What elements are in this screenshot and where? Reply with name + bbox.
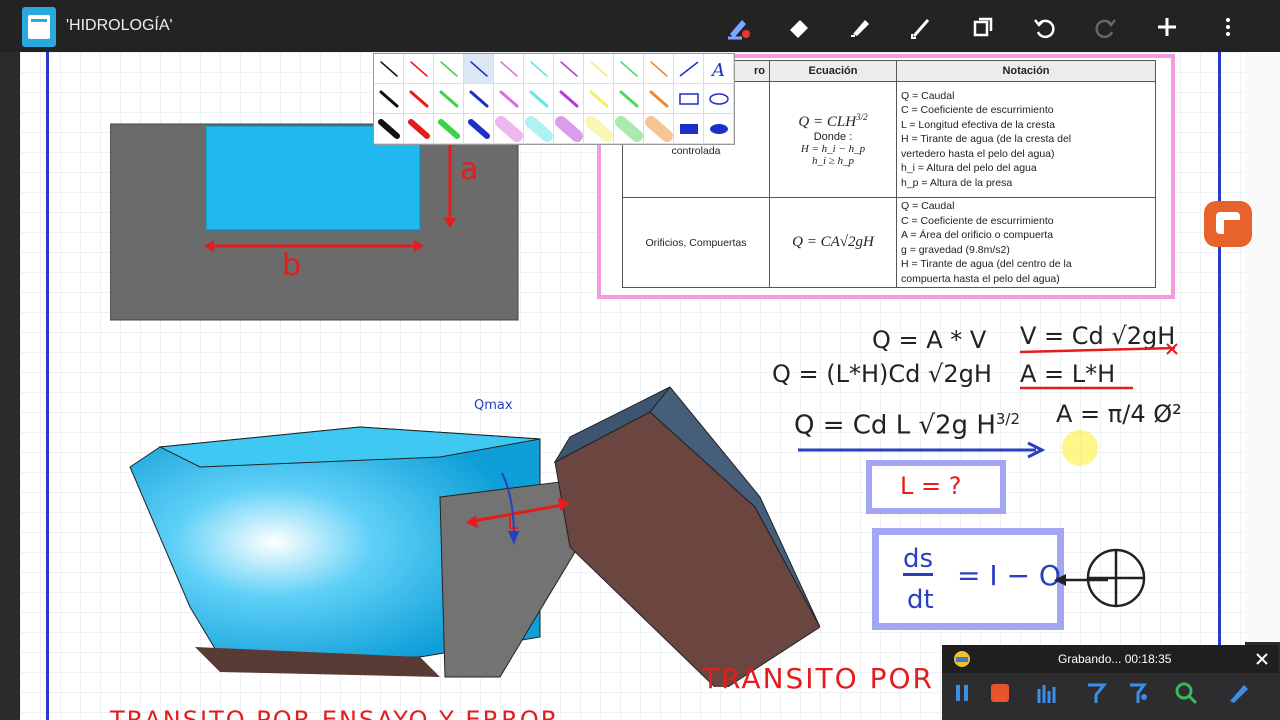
annotate-pen-icon[interactable] bbox=[1226, 681, 1250, 705]
pen-icon[interactable] bbox=[724, 12, 754, 42]
dam-sketch bbox=[129, 386, 820, 687]
palette-swatch[interactable] bbox=[584, 54, 614, 84]
palette-swatch[interactable] bbox=[674, 84, 704, 114]
recorder-title-bar: Grabando... 00:18:35 bbox=[942, 645, 1278, 673]
palette-swatch[interactable] bbox=[434, 54, 464, 84]
box-continuity: ds dt = I − O bbox=[872, 528, 1064, 630]
close-icon[interactable] bbox=[1254, 651, 1270, 667]
label-L: L bbox=[507, 510, 519, 534]
palette-swatch[interactable] bbox=[494, 54, 524, 84]
palette-swatch[interactable] bbox=[614, 54, 644, 84]
pointer-tool-icon[interactable] bbox=[1126, 681, 1150, 705]
highlighter-icon[interactable] bbox=[845, 12, 875, 42]
eq-v-underline bbox=[1019, 343, 1178, 355]
pen-tool-icon[interactable] bbox=[1084, 681, 1108, 705]
note-icon bbox=[1216, 212, 1240, 234]
svg-text:A: A bbox=[710, 60, 725, 81]
palette-swatch[interactable] bbox=[404, 54, 434, 84]
pen-palette[interactable]: A bbox=[373, 53, 735, 145]
palette-swatch[interactable] bbox=[644, 84, 674, 114]
col-header-equation: Ecuación bbox=[769, 60, 897, 82]
eq-q-final: Q = Cd L √2g H3/2 bbox=[794, 410, 1021, 441]
palette-swatch[interactable] bbox=[434, 84, 464, 114]
chart-icon[interactable] bbox=[1036, 681, 1060, 705]
palette-swatch[interactable] bbox=[404, 84, 434, 114]
recorder-logo-icon bbox=[954, 651, 970, 667]
row2-type: Orificios, Compuertas bbox=[622, 197, 770, 288]
row1-notes: Q = Caudal C = Coeficiente de escurrimien… bbox=[896, 81, 1156, 198]
lasso-icon[interactable] bbox=[906, 12, 936, 42]
row2-notes: Q = Caudal C = Coeficiente de escurrimien… bbox=[896, 197, 1156, 288]
eq-q-av: Q = A * V bbox=[872, 326, 987, 354]
add-icon[interactable] bbox=[1152, 12, 1182, 42]
palette-swatch[interactable] bbox=[584, 84, 614, 114]
palette-swatch[interactable] bbox=[464, 84, 494, 114]
palette-swatch[interactable] bbox=[614, 84, 644, 114]
pause-icon[interactable] bbox=[950, 681, 974, 705]
palette-swatch[interactable] bbox=[524, 54, 554, 84]
palette-swatch[interactable] bbox=[494, 84, 524, 114]
palette-swatch[interactable] bbox=[644, 54, 674, 84]
row1-equation: Q = CLH3/2 Donde : H = h_i − h_p h_i ≥ h… bbox=[769, 81, 897, 198]
side-panel bbox=[1245, 52, 1280, 642]
palette-swatch[interactable] bbox=[464, 54, 494, 84]
app-logo-icon[interactable] bbox=[22, 7, 56, 47]
palette-swatch[interactable] bbox=[434, 114, 464, 144]
more-icon[interactable] bbox=[1213, 12, 1243, 42]
zoom-icon[interactable] bbox=[1174, 681, 1198, 705]
palette-swatch[interactable] bbox=[674, 54, 704, 84]
palette-swatch[interactable] bbox=[614, 114, 644, 144]
palette-swatch[interactable] bbox=[704, 84, 734, 114]
palette-swatch[interactable] bbox=[554, 54, 584, 84]
document-title: 'HIDROLOGÍA' bbox=[66, 17, 173, 34]
row2-equation: Q = CA√2gH bbox=[769, 197, 897, 288]
palette-swatch[interactable] bbox=[494, 114, 524, 144]
recording-status: Grabando... 00:18:35 bbox=[1058, 652, 1172, 666]
palette-swatch[interactable] bbox=[464, 114, 494, 144]
palette-swatch[interactable] bbox=[404, 114, 434, 144]
redo-icon[interactable] bbox=[1091, 12, 1121, 42]
eraser-icon[interactable] bbox=[784, 12, 814, 42]
eq-area-circle: A = π/4 Ø² bbox=[1056, 400, 1182, 428]
palette-swatch[interactable] bbox=[554, 84, 584, 114]
floating-note-button[interactable] bbox=[1204, 201, 1252, 247]
label-qmax: Qmax bbox=[474, 398, 513, 413]
screen-recorder-bar: Grabando... 00:18:35 bbox=[942, 645, 1278, 720]
gate-sketch bbox=[110, 123, 519, 321]
palette-swatch[interactable] bbox=[584, 114, 614, 144]
palette-swatch[interactable] bbox=[374, 84, 404, 114]
palette-swatch[interactable] bbox=[704, 114, 734, 144]
bottom-title-2: TRANSITO POR ENSAYO Y ERROR bbox=[110, 706, 560, 720]
col-header-notation: Notación bbox=[896, 60, 1156, 82]
palette-swatch[interactable] bbox=[644, 114, 674, 144]
label-a: a bbox=[460, 152, 479, 187]
palette-swatch[interactable]: A bbox=[704, 54, 734, 84]
label-b: b bbox=[282, 248, 302, 283]
bottom-title: TRANSITO POR bbox=[702, 662, 934, 695]
arrow-to-circle bbox=[1054, 548, 1146, 608]
palette-swatch[interactable] bbox=[524, 84, 554, 114]
palette-swatch[interactable] bbox=[374, 114, 404, 144]
eq-a-underline bbox=[1020, 386, 1133, 390]
palette-swatch[interactable] bbox=[374, 54, 404, 84]
left-margin-line bbox=[46, 52, 49, 720]
copy-icon[interactable] bbox=[968, 12, 998, 42]
palette-swatch[interactable] bbox=[674, 114, 704, 144]
palette-swatch[interactable] bbox=[554, 114, 584, 144]
app-toolbar: 'HIDROLOGÍA' bbox=[0, 0, 1280, 52]
box-l-question: L = ? bbox=[866, 460, 1006, 514]
stop-icon[interactable] bbox=[988, 681, 1012, 705]
blue-arrow bbox=[798, 441, 1046, 459]
palette-swatch[interactable] bbox=[524, 114, 554, 144]
right-margin-line bbox=[1218, 52, 1221, 720]
cursor-highlight bbox=[1062, 430, 1098, 466]
eq-q-lh: Q = (L*H)Cd √2gH bbox=[772, 360, 992, 388]
undo-icon[interactable] bbox=[1029, 12, 1059, 42]
